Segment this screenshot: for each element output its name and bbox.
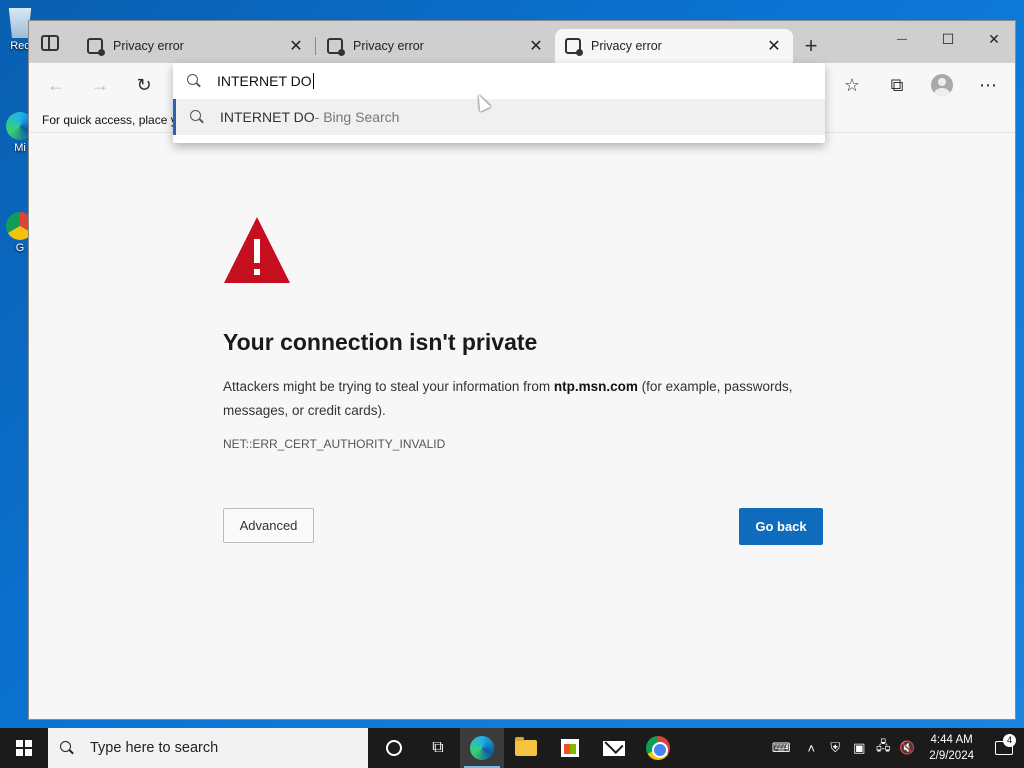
search-icon bbox=[60, 741, 74, 755]
tab-privacy-error-2[interactable]: Privacy error ✕ bbox=[317, 29, 555, 63]
error-page: Your connection isn't private Attackers … bbox=[29, 133, 1015, 719]
browser-window: Privacy error ✕ Privacy error ✕ Privacy … bbox=[28, 20, 1016, 720]
taskbar-file-explorer[interactable] bbox=[504, 728, 548, 768]
minimize-button[interactable]: — bbox=[879, 25, 925, 53]
edge-icon bbox=[470, 736, 494, 760]
tab-strip: Privacy error ✕ Privacy error ✕ Privacy … bbox=[29, 21, 1015, 63]
lock-warning-icon bbox=[87, 38, 105, 56]
task-view-icon: ⧉ bbox=[432, 739, 444, 756]
search-placeholder: Type here to search bbox=[90, 740, 219, 756]
close-tab-icon[interactable]: ✕ bbox=[287, 36, 305, 56]
tab-title: Privacy error bbox=[591, 39, 662, 53]
start-button[interactable] bbox=[0, 728, 48, 768]
error-code: NET::ERR_CERT_AUTHORITY_INVALID bbox=[223, 437, 446, 451]
error-description: Attackers might be trying to steal your … bbox=[223, 375, 823, 423]
shield-icon[interactable]: ⛨ bbox=[823, 740, 847, 756]
system-tray: ⌨ ˄ ⛨ ▣ 🖧 🔇 4:44 AM 2/9/2024 4 bbox=[763, 728, 1024, 768]
windows-logo-icon bbox=[16, 740, 32, 756]
clock[interactable]: 4:44 AM 2/9/2024 bbox=[919, 732, 984, 764]
chrome-icon bbox=[646, 736, 670, 760]
volume-muted-icon[interactable]: 🔇 bbox=[895, 740, 919, 756]
page-title: Your connection isn't private bbox=[223, 329, 538, 355]
notification-count: 4 bbox=[1003, 734, 1016, 747]
text-caret bbox=[312, 73, 314, 89]
address-bar-dropdown: INTERNET DO INTERNET DO - Bing Search bbox=[173, 63, 825, 143]
back-icon[interactable]: ← bbox=[41, 71, 71, 99]
close-tab-icon[interactable]: ✕ bbox=[527, 36, 545, 56]
go-back-button[interactable]: Go back bbox=[739, 508, 823, 545]
tab-title: Privacy error bbox=[113, 39, 184, 53]
search-icon bbox=[187, 74, 201, 88]
avatar bbox=[931, 74, 953, 96]
taskbar: Type here to search ⧉ ⌨ ˄ ⛨ ▣ 🖧 🔇 4:44 A… bbox=[0, 728, 1024, 768]
profile-icon[interactable] bbox=[927, 71, 957, 99]
suggestion-source: - Bing Search bbox=[314, 109, 400, 125]
folder-icon bbox=[515, 737, 537, 756]
taskbar-chrome[interactable] bbox=[636, 728, 680, 768]
tab-title: Privacy error bbox=[353, 39, 424, 53]
clock-date: 2/9/2024 bbox=[929, 750, 974, 762]
search-suggestion[interactable]: INTERNET DO - Bing Search bbox=[173, 99, 825, 135]
close-window-button[interactable]: ✕ bbox=[971, 25, 1015, 53]
tab-actions-icon[interactable] bbox=[41, 35, 59, 51]
suggestion-text: INTERNET DO bbox=[220, 109, 315, 125]
lock-warning-icon bbox=[327, 38, 345, 56]
new-tab-button[interactable]: + bbox=[799, 33, 823, 59]
search-icon bbox=[190, 110, 204, 124]
mail-icon bbox=[603, 740, 625, 756]
forward-icon[interactable]: → bbox=[85, 71, 115, 99]
device-icon[interactable]: ▣ bbox=[847, 740, 871, 756]
maximize-button[interactable]: ☐ bbox=[925, 25, 971, 53]
error-host: ntp.msn.com bbox=[553, 379, 638, 394]
favorites-icon[interactable]: ☆ bbox=[837, 71, 867, 99]
tab-divider bbox=[315, 37, 316, 55]
address-bar-query: INTERNET DO bbox=[217, 73, 312, 89]
lock-warning-icon bbox=[565, 38, 583, 56]
cortana-button[interactable] bbox=[372, 728, 416, 768]
task-view-button[interactable]: ⧉ bbox=[416, 728, 460, 768]
taskbar-store[interactable] bbox=[548, 728, 592, 768]
advanced-button[interactable]: Advanced bbox=[223, 508, 314, 543]
close-tab-icon[interactable]: ✕ bbox=[765, 36, 783, 56]
keyboard-icon[interactable]: ⌨ bbox=[763, 740, 799, 756]
address-bar-input[interactable]: INTERNET DO bbox=[173, 63, 825, 99]
store-icon bbox=[561, 739, 579, 757]
taskbar-search-box[interactable]: Type here to search bbox=[48, 728, 368, 768]
tab-privacy-error-3[interactable]: Privacy error ✕ bbox=[555, 29, 793, 63]
collections-icon[interactable]: ⧉ bbox=[882, 71, 912, 99]
network-icon[interactable]: 🖧 bbox=[871, 737, 895, 759]
action-center-button[interactable]: 4 bbox=[984, 734, 1024, 755]
favorites-bar-hint: For quick access, place y bbox=[42, 113, 177, 127]
chevron-up-icon[interactable]: ˄ bbox=[799, 741, 823, 756]
clock-time: 4:44 AM bbox=[930, 734, 973, 746]
refresh-icon[interactable]: ↻ bbox=[129, 71, 159, 99]
more-icon[interactable]: ⋯ bbox=[973, 71, 1003, 99]
tab-privacy-error-1[interactable]: Privacy error ✕ bbox=[77, 29, 315, 63]
taskbar-mail[interactable] bbox=[592, 728, 636, 768]
warning-triangle-icon bbox=[224, 217, 290, 283]
cortana-icon bbox=[386, 740, 402, 756]
taskbar-edge[interactable] bbox=[460, 728, 504, 768]
error-description-prefix: Attackers might be trying to steal your … bbox=[223, 379, 554, 394]
